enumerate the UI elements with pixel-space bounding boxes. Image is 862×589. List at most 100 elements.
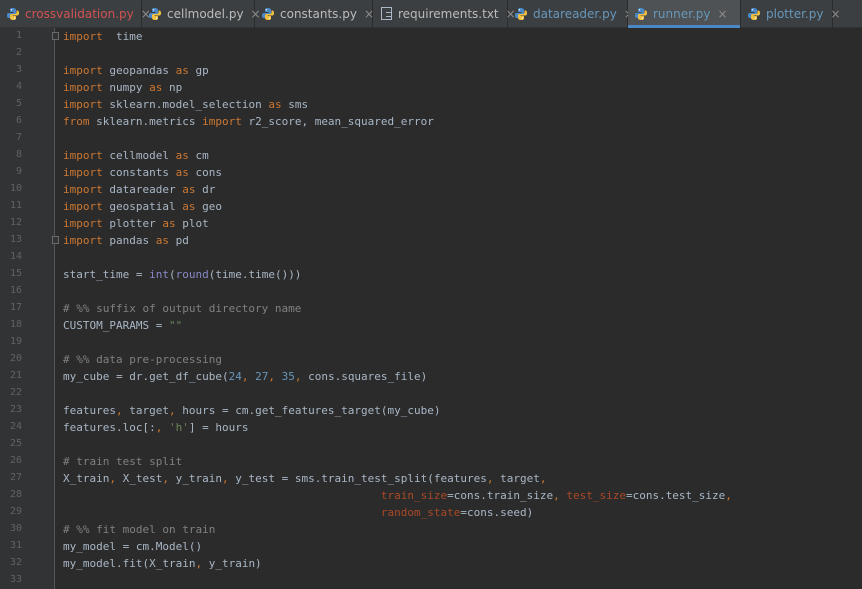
code-line: 15 start_time = int(round(time.time())) — [0, 266, 862, 283]
code-token: , — [109, 472, 123, 485]
code-text: my_model = cm.Model() — [63, 538, 202, 555]
close-tab-icon[interactable]: × — [830, 8, 840, 20]
text-file-icon — [379, 7, 393, 21]
code-token: (time.time())) — [208, 268, 302, 281]
code-text: features, target, hours = cm.get_feature… — [63, 402, 441, 419]
line-number: 20 — [9, 353, 22, 364]
code-text: import pandas as pd — [63, 232, 189, 249]
code-line: 11 import geospatial as geo — [0, 198, 862, 215]
code-line: 31 my_model = cm.Model() — [0, 538, 862, 555]
code-text: import numpy as np — [63, 79, 182, 96]
close-tab-icon[interactable]: × — [718, 8, 728, 20]
code-token: my_cube = dr.get_df_cube( — [63, 370, 229, 383]
code-token: =cons.seed) — [460, 506, 534, 519]
code-token: y_train) — [208, 557, 262, 570]
code-text: train_size=cons.train_size, test_size=co… — [63, 487, 732, 504]
code-token: plot — [175, 217, 209, 230]
line-number: 21 — [9, 370, 22, 381]
python-file-icon — [6, 7, 20, 21]
code-token: =cons.train_size — [447, 489, 554, 502]
code-line: 26 # train test split — [0, 453, 862, 470]
code-text: start_time = int(round(time.time())) — [63, 266, 301, 283]
code-editor[interactable]: 1 import time 2 3 import geopandas as gp 4 imp… — [0, 28, 862, 589]
code-text: from sklearn.metrics import r2_score, me… — [63, 113, 434, 130]
code-text: random_state=cons.seed) — [63, 504, 533, 521]
code-token: # train test split — [63, 455, 183, 468]
code-token: my_model = cm.Model() — [63, 540, 203, 553]
code-token: start_time = — [63, 268, 150, 281]
code-line: 30 # %% fit model on train — [0, 521, 862, 538]
line-number: 17 — [9, 302, 22, 313]
line-number: 8 — [15, 149, 22, 160]
code-token: as — [175, 149, 189, 162]
code-text: import geopandas as gp — [63, 62, 209, 79]
tab-requirements-txt[interactable]: requirements.txt × — [373, 0, 516, 28]
line-number: 13 — [9, 234, 22, 245]
tab-datareader-py[interactable]: datareader.py× — [508, 0, 634, 28]
tab-plotter-py[interactable]: plotter.py × — [741, 0, 841, 28]
code-token: import — [63, 64, 103, 77]
code-line: 28 train_size=cons.train_size, test_size… — [0, 487, 862, 504]
code-token: 35 — [281, 370, 295, 383]
code-token: , — [168, 404, 183, 417]
code-token: as — [182, 200, 196, 213]
tab-cellmodel-py[interactable]: cellmodel.py × — [142, 0, 261, 28]
code-line: 13 import pandas as pd — [0, 232, 862, 249]
code-line: 32 my_model.fit(X_train, y_train) — [0, 555, 862, 572]
code-token: as — [175, 64, 189, 77]
code-token: 24 — [228, 370, 242, 383]
code-line: 5 import sklearn.model_selection as sms — [0, 96, 862, 113]
code-token: pandas — [102, 234, 156, 247]
code-token: target — [129, 404, 169, 417]
tab-label: datareader.py — [533, 7, 617, 21]
tab-label: cellmodel.py — [167, 7, 244, 21]
code-line: 7 — [0, 130, 862, 147]
code-text: import geospatial as geo — [63, 198, 222, 215]
fold-marker-icon[interactable] — [52, 236, 59, 244]
tab-runner-py[interactable]: runner.py × — [628, 0, 741, 28]
line-number: 5 — [15, 98, 22, 109]
code-token: np — [162, 81, 183, 94]
code-text: # train test split — [63, 453, 182, 470]
code-token: dr — [195, 183, 216, 196]
code-token: datareader — [102, 183, 183, 196]
code-token: geopandas — [102, 64, 176, 77]
code-token: sklearn.model_selection — [102, 98, 269, 111]
fold-marker-icon[interactable] — [52, 32, 59, 40]
code-token: , — [725, 489, 732, 502]
code-token: X_train — [63, 472, 110, 485]
tab-constants-py[interactable]: constants.py × — [255, 0, 374, 28]
line-number: 2 — [15, 47, 22, 58]
line-number: 23 — [9, 404, 22, 415]
code-token: r2_score, mean_squared_error — [241, 115, 434, 128]
code-token: , — [539, 472, 547, 485]
code-line: 29 random_state=cons.seed) — [0, 504, 862, 521]
code-token: cm — [188, 149, 209, 162]
code-token: , — [294, 370, 309, 383]
code-text: import time — [63, 28, 143, 45]
code-text: X_train, X_test, y_train, y_test = sms.t… — [63, 470, 547, 487]
code-token: sklearn.metrics — [89, 115, 203, 128]
python-file-icon — [747, 7, 761, 21]
line-number: 19 — [9, 336, 22, 347]
code-line: 9 import constants as cons — [0, 164, 862, 181]
code-text: # %% fit model on train — [63, 521, 215, 538]
code-token: train_size — [380, 489, 448, 502]
tab-crossvalidation-py[interactable]: crossvalidation.py × — [0, 0, 151, 28]
code-token: test_size — [566, 489, 626, 502]
code-text: CUSTOM_PARAMS = "" — [63, 317, 182, 334]
tab-label: runner.py — [653, 7, 711, 21]
code-token: 'h' — [168, 421, 189, 434]
code-token: geospatial — [102, 200, 183, 213]
code-text: import sklearn.model_selection as sms — [63, 96, 308, 113]
code-line: 21 my_cube = dr.get_df_cube(24, 27, 35, c… — [0, 368, 862, 385]
tab-label: requirements.txt — [398, 7, 499, 21]
code-token: plotter — [102, 217, 163, 230]
code-token: from — [63, 115, 90, 128]
code-token: as — [182, 183, 196, 196]
code-line: 12 import plotter as plot — [0, 215, 862, 232]
code-text: # %% suffix of output directory name — [63, 300, 301, 317]
code-token: , — [553, 489, 567, 502]
code-text: my_model.fit(X_train, y_train) — [63, 555, 262, 572]
